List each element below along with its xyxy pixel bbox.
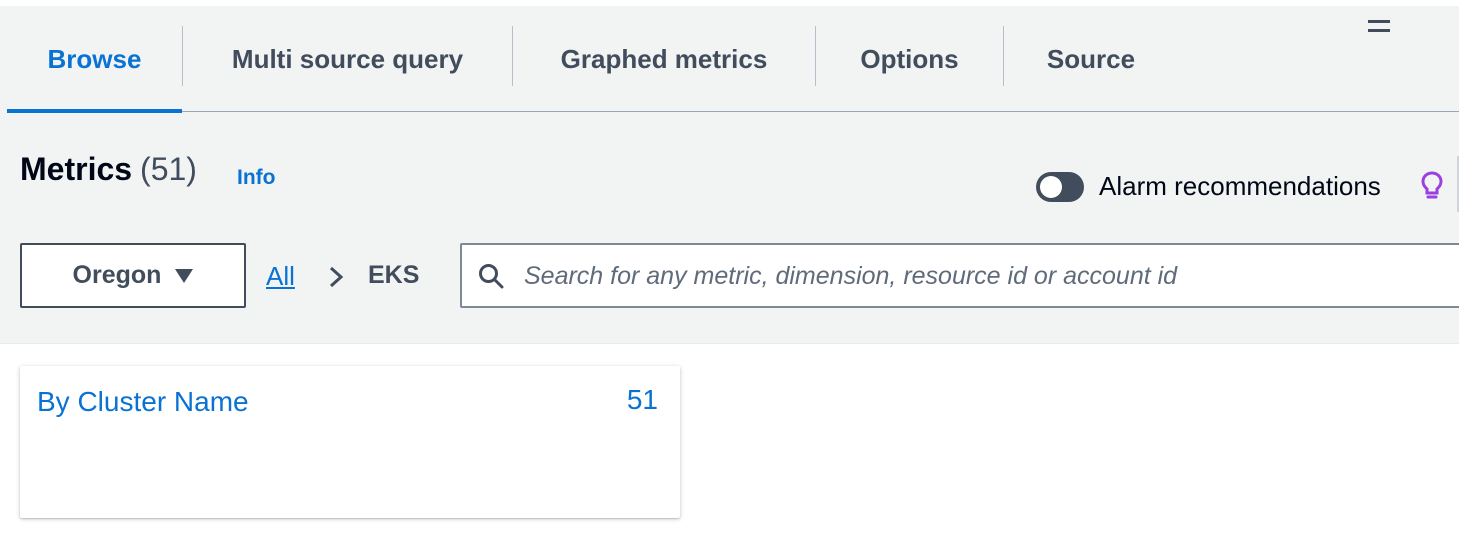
metrics-panel: Browse Multi source query Graphed metric…: [0, 6, 1459, 546]
tab-multi-source-query[interactable]: Multi source query: [183, 6, 512, 112]
tab-label: Browse: [47, 43, 142, 74]
page-title-text: Metrics: [20, 151, 133, 187]
card-title-link[interactable]: By Cluster Name: [37, 386, 249, 418]
tab-source[interactable]: Source: [1004, 6, 1178, 112]
tab-bar: Browse Multi source query Graphed metric…: [7, 6, 1459, 113]
toggle-knob: [1040, 176, 1062, 198]
breadcrumb-current: EKS: [368, 261, 420, 289]
search-field[interactable]: [460, 243, 1459, 308]
breadcrumb-all-link[interactable]: All: [266, 261, 295, 292]
chevron-right-icon: [329, 266, 344, 288]
lightbulb-icon: [1421, 171, 1443, 199]
alarm-recommendations-toggle[interactable]: [1036, 172, 1084, 202]
tab-graphed-metrics[interactable]: Graphed metrics: [513, 6, 815, 112]
search-icon: [479, 264, 504, 289]
menu-icon[interactable]: [1368, 20, 1390, 34]
region-selector[interactable]: Oregon: [20, 243, 246, 308]
metric-groups-area: By Cluster Name 51: [0, 343, 1459, 546]
search-input[interactable]: [524, 253, 1454, 299]
tab-options[interactable]: Options: [816, 6, 1003, 112]
caret-down-icon: [175, 268, 194, 283]
metrics-count: (51): [140, 151, 197, 187]
tab-label: Multi source query: [231, 43, 464, 74]
region-label: Oregon: [72, 261, 162, 289]
tab-label: Source: [1046, 43, 1136, 74]
card-count: 51: [626, 384, 658, 415]
metric-group-card[interactable]: By Cluster Name 51: [20, 366, 680, 518]
tab-label: Graphed metrics: [560, 43, 768, 74]
alarm-recommendations-label: Alarm recommendations: [1099, 171, 1381, 201]
tab-browse[interactable]: Browse: [7, 6, 182, 113]
tab-label: Options: [860, 43, 959, 74]
info-link[interactable]: Info: [237, 166, 275, 190]
page-title: Metrics (51): [20, 151, 197, 188]
